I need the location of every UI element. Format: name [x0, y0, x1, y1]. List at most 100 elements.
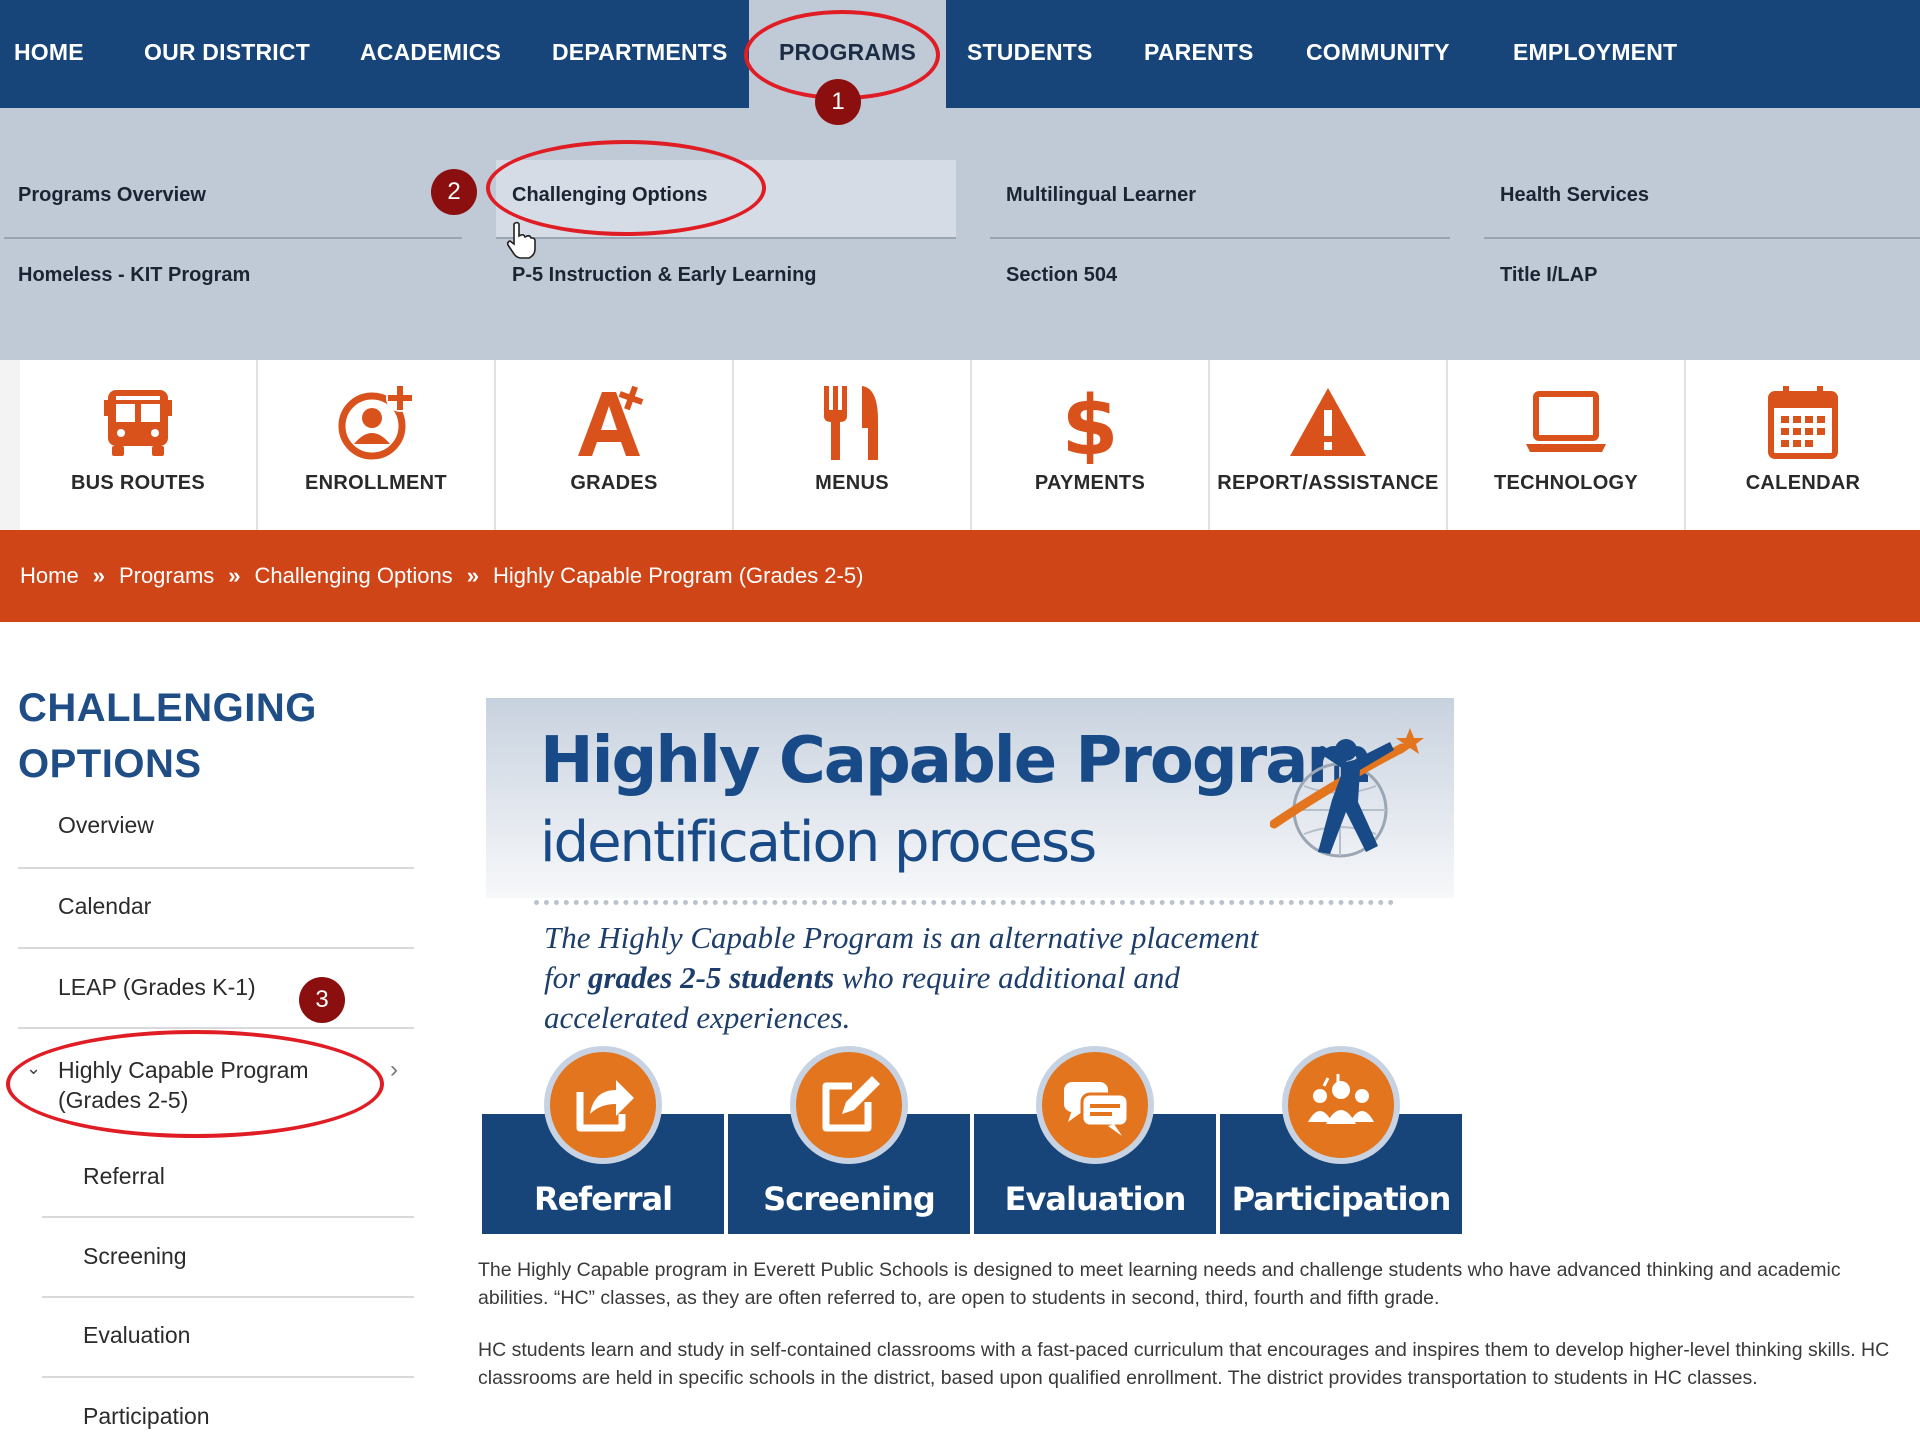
svg-text:$: $ — [1061, 380, 1118, 464]
sidebar-subitem-referral[interactable]: Referral — [83, 1163, 165, 1190]
laptop-icon — [1526, 391, 1606, 452]
quicklink-label: ENROLLMENT — [305, 472, 447, 494]
step-label: Evaluation — [1004, 1180, 1187, 1218]
sidebar-item-highly-capable[interactable]: Highly Capable Program (Grades 2-5) — [58, 1055, 309, 1115]
tagline-line: The Highly Capable Program is an alterna… — [544, 920, 1259, 955]
menu-health-services[interactable]: Health Services — [1500, 184, 1649, 207]
menu-p5-instruction[interactable]: P-5 Instruction & Early Learning — [512, 264, 817, 287]
step-screening[interactable]: Screening — [728, 1046, 970, 1234]
menu-programs-overview[interactable]: Programs Overview — [18, 184, 206, 207]
tagline-emphasis: grades 2-5 students — [587, 960, 835, 995]
sidebar-divider — [42, 1376, 414, 1378]
share-arrow-icon — [576, 1080, 634, 1132]
quicklink-label: BUS ROUTES — [70, 472, 206, 494]
hc-program-banner: Highly Capable Program identification pr… — [482, 698, 1462, 1234]
menu-section-504[interactable]: Section 504 — [1006, 264, 1117, 287]
quicklink-report-assistance[interactable]: REPORT/ASSISTANCE — [1210, 360, 1448, 530]
sidebar-subitem-evaluation[interactable]: Evaluation — [83, 1322, 190, 1349]
sidebar-title-line: OPTIONS — [18, 742, 202, 786]
breadcrumb-programs[interactable]: Programs — [119, 563, 214, 588]
quicklink-grades[interactable]: GRADES — [496, 360, 734, 530]
calendar-icon — [1768, 386, 1838, 459]
chevron-down-icon[interactable]: ⌄ — [26, 1058, 41, 1079]
step-circle — [1282, 1046, 1400, 1164]
quicklink-label: TECHNOLOGY — [1493, 472, 1639, 494]
sidebar-title-line: CHALLENGING — [18, 686, 317, 730]
menu-title-i-lap[interactable]: Title I/LAP — [1500, 264, 1597, 287]
breadcrumb-challenging-options[interactable]: Challenging Options — [255, 563, 453, 588]
step-circle — [790, 1046, 908, 1164]
breadcrumb-home[interactable]: Home — [20, 563, 79, 588]
step-circle — [544, 1046, 662, 1164]
breadcrumb: Home » Programs » Challenging Options » Highly… — [20, 563, 863, 589]
dotted-divider — [534, 900, 1394, 905]
intro-paragraph: The Highly Capable program in Everett Pu… — [478, 1259, 1841, 1309]
banner-title: Highly Capable Program — [540, 724, 1373, 798]
nav-parents[interactable]: PARENTS — [1144, 0, 1254, 108]
nav-departments[interactable]: DEPARTMENTS — [552, 0, 728, 108]
quicklink-label: REPORT/ASSISTANCE — [1217, 472, 1439, 494]
tagline-text: who require additional and — [834, 960, 1180, 995]
fork-knife-icon — [824, 386, 878, 460]
sidebar-divider — [18, 867, 414, 869]
nav-community[interactable]: COMMUNITY — [1306, 0, 1450, 108]
quicklink-label: GRADES — [570, 472, 658, 494]
quicklink-calendar[interactable]: CALENDAR — [1686, 360, 1920, 530]
menu-multilingual-learner[interactable]: Multilingual Learner — [1006, 184, 1196, 207]
tagline-line: accelerated experiences. — [544, 1000, 851, 1035]
nav-students[interactable]: STUDENTS — [967, 0, 1093, 108]
student-reaching-star-logo — [1270, 728, 1424, 858]
breadcrumb-current-page[interactable]: Highly Capable Program (Grades 2-5) — [493, 563, 864, 588]
sidebar-divider — [42, 1296, 414, 1298]
quicklink-label: MENUS — [815, 472, 889, 494]
quicklink-payments[interactable]: $ PAYMENTS — [972, 360, 1210, 530]
quicklink-menus[interactable]: MENUS — [734, 360, 972, 530]
sidebar-item-calendar[interactable]: Calendar — [58, 893, 151, 920]
nav-employment[interactable]: EMPLOYMENT — [1513, 0, 1677, 108]
sidebar-subitem-participation[interactable]: Participation — [83, 1403, 210, 1430]
chat-bubbles-icon — [1064, 1082, 1130, 1136]
quick-links-bar: BUS ROUTES ENROLLMENT GRADES MENUS $ PAY… — [0, 360, 1920, 530]
step-circle — [1036, 1046, 1154, 1164]
bus-icon — [104, 390, 172, 456]
menu-divider — [496, 237, 956, 239]
edit-pencil-icon — [822, 1076, 880, 1132]
grade-a-plus-icon — [578, 385, 644, 456]
quicklink-label: PAYMENTS — [1034, 472, 1146, 494]
warning-icon — [1290, 388, 1366, 456]
quicklink-enrollment[interactable]: ENROLLMENT — [258, 360, 496, 530]
menu-divider — [4, 237, 462, 239]
step-label: Participation — [1231, 1180, 1452, 1218]
add-user-icon — [338, 384, 414, 460]
menu-divider — [990, 237, 1450, 239]
breadcrumb-separator: » — [466, 563, 479, 588]
sidebar-item-leap[interactable]: LEAP (Grades K-1) — [58, 974, 256, 1001]
sidebar-divider — [18, 1027, 414, 1029]
chevron-right-icon[interactable]: › — [390, 1056, 398, 1084]
main-navigation: HOME OUR DISTRICT ACADEMICS DEPARTMENTS … — [0, 0, 1920, 108]
banner-tagline: The Highly Capable Program is an alterna… — [544, 918, 1344, 1038]
nav-our-district[interactable]: OUR DISTRICT — [144, 0, 310, 108]
step-referral[interactable]: Referral — [482, 1046, 724, 1234]
quicklink-technology[interactable]: TECHNOLOGY — [1448, 360, 1686, 530]
quicklink-bus-routes[interactable]: BUS ROUTES — [20, 360, 258, 530]
step-label: Screening — [763, 1180, 936, 1218]
sidebar-item-overview[interactable]: Overview — [58, 812, 154, 839]
annotation-badge-1: 1 — [815, 79, 861, 125]
sidebar-subitem-screening[interactable]: Screening — [83, 1243, 187, 1270]
menu-divider — [1484, 237, 1920, 239]
menu-challenging-options[interactable]: Challenging Options — [512, 184, 708, 207]
nav-home[interactable]: HOME — [14, 0, 84, 108]
step-participation[interactable]: Participation — [1220, 1046, 1462, 1234]
menu-homeless-kit[interactable]: Homeless - KIT Program — [18, 264, 250, 287]
step-evaluation[interactable]: Evaluation — [974, 1046, 1216, 1234]
tagline-line: for grades 2-5 students who require addi… — [544, 958, 1344, 998]
nav-academics[interactable]: ACADEMICS — [360, 0, 501, 108]
hand-cursor-icon — [506, 221, 536, 259]
dollar-icon: $ — [1061, 380, 1118, 464]
annotation-badge-2: 2 — [431, 169, 477, 215]
process-steps: Referral Screening Evaluation Participat… — [482, 1046, 1462, 1234]
group-people-icon — [1308, 1074, 1374, 1124]
breadcrumb-separator: » — [228, 563, 241, 588]
sidebar-item-label: (Grades 2-5) — [58, 1087, 189, 1113]
